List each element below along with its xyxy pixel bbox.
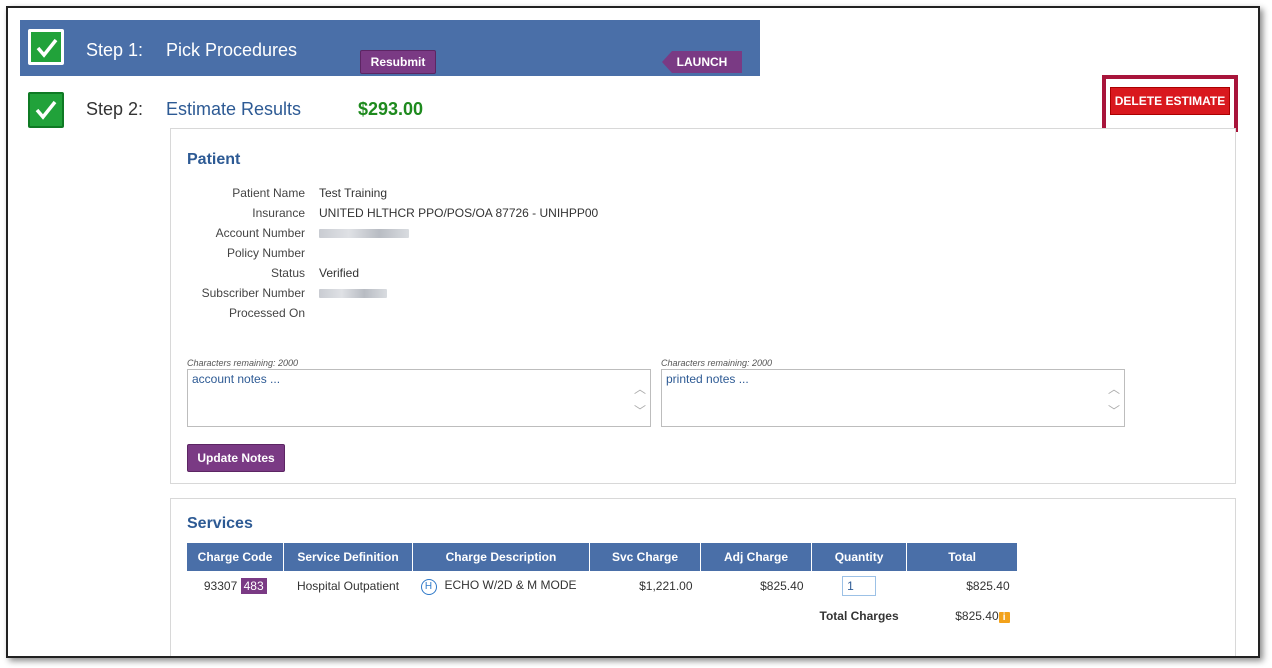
col-quantity[interactable]: Quantity [811,543,908,571]
patient-name-label: Patient Name [232,186,305,200]
account-notes-placeholder: account notes ... [192,372,281,386]
step1-check-icon [28,29,64,65]
status-label: Status [270,266,305,280]
scroll-down-icon[interactable]: ﹀ [634,402,646,419]
charge-description: ECHO W/2D & M MODE [444,577,577,592]
estimate-window: Step 1: Pick Procedures Resubmit LAUNCH … [6,6,1260,658]
insurance-value: UNITED HLTHCR PPO/POS/OA 87726 - UNIHPP0… [319,206,599,220]
revenue-code-badge[interactable]: 483 [240,578,267,594]
col-charge-description[interactable]: Charge Description [412,543,590,571]
hospital-icon[interactable]: H [420,578,437,595]
total-charges-value: $825.40 [955,609,999,623]
subscriber-number-label: Subscriber Number [201,286,305,300]
total-charges-row: Total Charges $825.40 i [187,601,1018,631]
info-icon[interactable]: i [998,612,1010,623]
policy-number-label: Policy Number [226,246,305,260]
services-section-title: Services [187,515,253,532]
patient-panel: Patient Patient Name Test Training Insur… [170,128,1236,484]
status-value: Verified [319,266,360,280]
update-notes-button[interactable]: Update Notes [187,444,285,472]
charge-description-cell: H ECHO W/2D & M MODE [413,571,590,601]
estimate-amount: $293.00 [358,99,424,119]
printed-notes-placeholder: printed notes ... [666,372,749,386]
col-total[interactable]: Total [906,543,1019,571]
scroll-down-icon[interactable]: ﹀ [1108,402,1120,419]
table-row: 93307 483 Hospital Outpatient H ECHO W/2D… [187,571,1018,601]
resubmit-button[interactable]: Resubmit [360,50,436,74]
scroll-up-icon[interactable]: ︿ [634,380,646,397]
col-charge-code[interactable]: Charge Code [187,543,284,571]
services-panel: Services Charge Code Service Definition … [170,498,1236,656]
col-service-definition[interactable]: Service Definition [283,543,413,571]
patient-section-title: Patient [187,151,241,168]
delete-estimate-button[interactable]: DELETE ESTIMATE [1110,87,1230,115]
account-number-redacted [319,229,409,238]
col-svc-charge[interactable]: Svc Charge [589,543,701,571]
patient-name-value: Test Training [319,186,388,200]
account-notes-textarea[interactable]: account notes ... ︿ ﹀ [187,369,651,427]
subscriber-number-redacted [319,289,387,298]
step1-number: Step 1: [86,40,144,60]
processed-on-label: Processed On [228,306,305,320]
quantity-input[interactable]: 1 [842,576,877,596]
service-definition-cell: Hospital Outpatient [296,579,400,593]
charge-code: 93307 [203,579,238,593]
step1-title: Pick Procedures [166,40,298,60]
col-adj-charge[interactable]: Adj Charge [700,543,812,571]
step2-number: Step 2: [86,99,144,119]
printed-notes-textarea[interactable]: printed notes ... ︿ ﹀ [661,369,1125,427]
launch-button[interactable]: LAUNCH [662,51,742,73]
services-header-row: Charge Code Service Definition Charge De… [187,543,1019,571]
charge-code-cell: 93307 483 [187,571,284,601]
step1-header: Step 1: Pick Procedures Resubmit LAUNCH [20,20,760,76]
services-table: Charge Code Service Definition Charge De… [187,543,1019,631]
total-charges-cell: $825.40 i [907,601,1018,631]
insurance-label: Insurance [252,206,305,220]
total-cell: $825.40 [966,579,1010,593]
svc-charge-cell: $1,221.00 [639,579,693,593]
printed-notes-counter: Characters remaining: 2000 [661,358,773,368]
delete-highlight: DELETE ESTIMATE [1102,75,1238,132]
scroll-up-icon[interactable]: ︿ [1108,380,1120,397]
step2-title: Estimate Results [166,99,302,119]
step2-check-icon [28,92,64,128]
adj-charge-cell: $825.40 [760,579,804,593]
account-notes-counter: Characters remaining: 2000 [187,358,299,368]
quantity-cell: 1 [812,571,907,601]
total-charges-label: Total Charges [819,609,899,623]
account-number-label: Account Number [215,226,305,240]
